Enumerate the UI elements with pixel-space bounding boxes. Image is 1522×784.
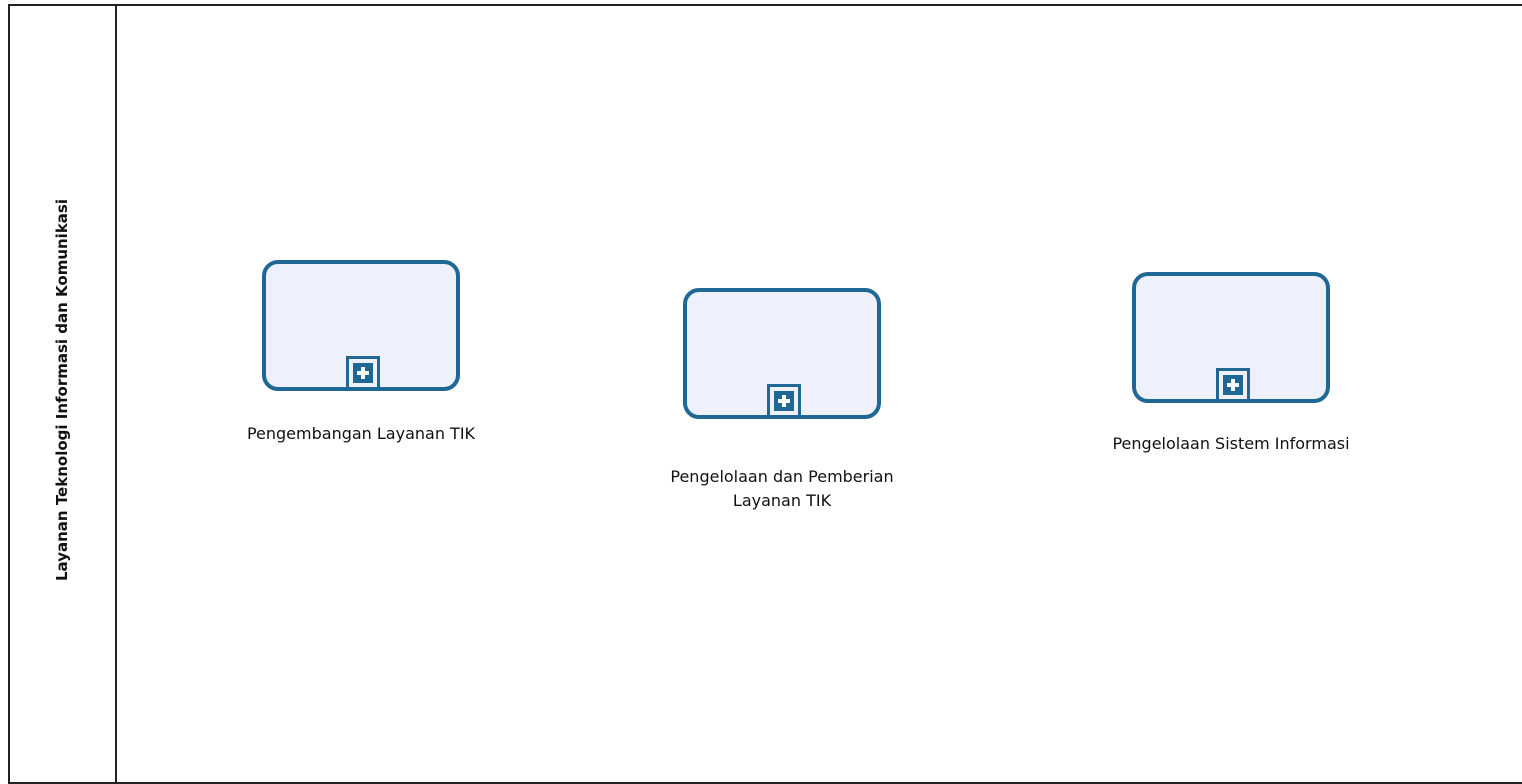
subprocess-pengembangan-layanan-tik[interactable]	[262, 260, 460, 391]
subprocess-pengelolaan-dan-pemberian-layanan-tik[interactable]	[683, 288, 881, 419]
task-label: Pengembangan Layanan TIK	[246, 424, 476, 443]
lane-title: Layanan Teknologi Informasi dan Komunika…	[53, 199, 71, 581]
plus-square-icon[interactable]	[1216, 368, 1250, 402]
plus-square-icon[interactable]	[346, 356, 380, 390]
task-label: Pengelolaan Sistem Informasi	[1112, 434, 1350, 453]
task-label: Pengelolaan dan Pemberian Layanan TIK	[670, 467, 894, 510]
subprocess-pengelolaan-sistem-informasi[interactable]	[1132, 272, 1330, 403]
plus-square-icon[interactable]	[767, 384, 801, 418]
